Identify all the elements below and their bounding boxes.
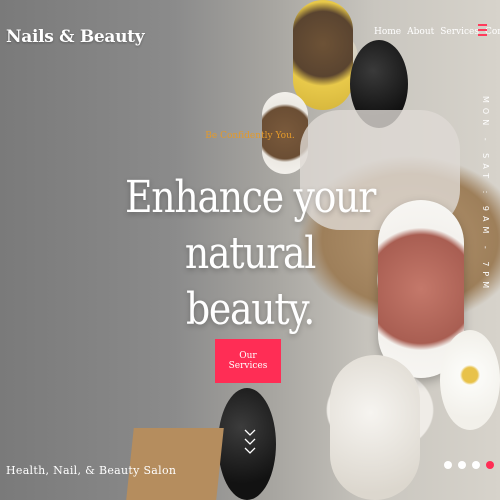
headline-line-1: Enhance your <box>124 172 376 223</box>
slider-dot-2[interactable] <box>458 461 466 469</box>
nav-contact[interactable]: Contact <box>485 27 500 37</box>
hero-section: Nails & Beauty Home About Services Conta… <box>0 0 500 500</box>
headline-line-2: natural beauty. <box>184 228 317 335</box>
slider-dot-1[interactable] <box>444 461 452 469</box>
nav-about[interactable]: About <box>407 27 434 37</box>
herbal-pouch-image <box>330 355 420 500</box>
salon-subtitle: Health, Nail, & Beauty Salon <box>6 464 177 477</box>
opening-hours: MON - SAT : 9AM - 7PM <box>481 96 490 294</box>
flower-image <box>440 330 500 430</box>
slider-dots <box>444 461 494 469</box>
hero-tagline: Be Confidently You. <box>205 131 295 141</box>
nav-services[interactable]: Services <box>440 27 479 37</box>
hero-headline: Enhance your natural beauty. <box>121 170 379 338</box>
site-logo[interactable]: Nails & Beauty <box>6 27 145 47</box>
yellow-bowl-image <box>293 0 353 110</box>
nav-home[interactable]: Home <box>374 27 401 37</box>
chevrons-down-svg <box>244 429 256 454</box>
chevrons-down-icon[interactable] <box>243 428 257 460</box>
hamburger-menu-icon[interactable] <box>478 24 487 38</box>
our-services-button[interactable]: Our Services <box>215 339 281 383</box>
slider-dot-3[interactable] <box>472 461 480 469</box>
slider-dot-4[interactable] <box>486 461 494 469</box>
